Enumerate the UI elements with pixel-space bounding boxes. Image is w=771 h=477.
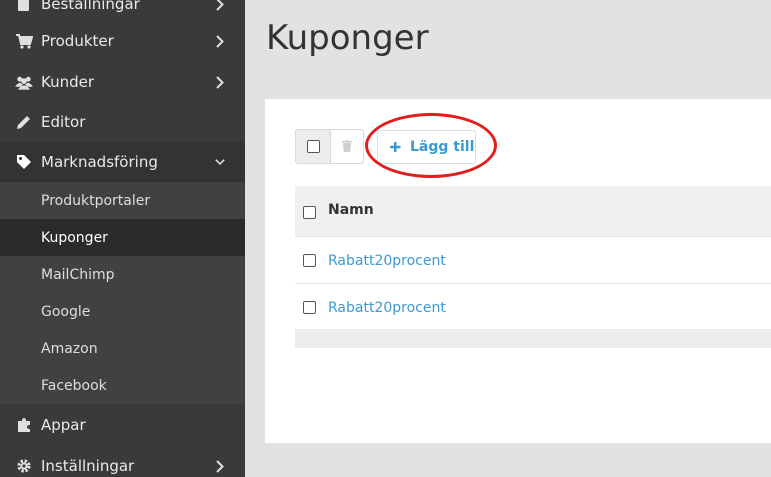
row-checkbox[interactable] — [303, 254, 316, 267]
submenu-item-amazon[interactable]: Amazon — [0, 330, 245, 367]
select-all-toggle[interactable] — [296, 130, 331, 163]
chevron-right-icon — [215, 0, 225, 11]
sidebar-item-installningar[interactable]: Inställningar — [0, 446, 245, 477]
sidebar-item-label: Marknadsföring — [41, 153, 158, 171]
sidebar-item-appar[interactable]: Appar — [0, 405, 245, 445]
select-all-checkbox[interactable] — [306, 140, 320, 153]
cart-icon — [15, 32, 33, 50]
chevron-right-icon — [215, 75, 225, 89]
submenu-item-facebook[interactable]: Facebook — [0, 367, 245, 404]
chevron-right-icon — [215, 459, 225, 473]
users-icon — [15, 73, 33, 91]
page-title: Kuponger — [266, 18, 429, 58]
table-header: Namn — [295, 186, 771, 237]
sidebar-item-editor[interactable]: Editor — [0, 102, 245, 142]
pencil-icon — [15, 113, 33, 131]
submenu-item-label: Produktportaler — [41, 192, 151, 209]
sidebar: Beställningar Produkter Kunder Editor Ma… — [0, 0, 245, 477]
coupon-name-link[interactable]: Rabatt20procent — [328, 253, 446, 269]
gear-icon — [15, 457, 33, 475]
submenu-item-mailchimp[interactable]: MailChimp — [0, 256, 245, 293]
submenu-item-label: Amazon — [41, 340, 98, 357]
column-header-namn: Namn — [328, 202, 374, 218]
sidebar-item-label: Inställningar — [41, 457, 135, 475]
sidebar-item-label: Appar — [41, 416, 86, 434]
chevron-right-icon — [215, 34, 225, 48]
tag-icon — [15, 153, 33, 171]
highlight-circle-annotation — [365, 113, 497, 178]
submenu-item-label: Google — [41, 303, 91, 320]
puzzle-icon — [15, 416, 33, 434]
trash-icon — [342, 137, 352, 156]
header-checkbox[interactable] — [303, 206, 316, 219]
chevron-down-icon — [215, 155, 225, 169]
submenu-marknadsforing: Produktportaler Kuponger MailChimp Googl… — [0, 182, 245, 404]
sidebar-item-label: Kunder — [41, 73, 95, 91]
orders-icon — [15, 0, 33, 13]
submenu-item-produktportaler[interactable]: Produktportaler — [0, 182, 245, 219]
sidebar-item-label: Beställningar — [41, 0, 140, 13]
coupon-name-link[interactable]: Rabatt20procent — [328, 300, 446, 316]
bulk-actions-group — [295, 129, 364, 164]
sidebar-item-kunder[interactable]: Kunder — [0, 62, 245, 102]
submenu-item-label: MailChimp — [41, 266, 115, 283]
sidebar-item-marknadsforing[interactable]: Marknadsföring — [0, 142, 245, 182]
sidebar-item-label: Editor — [41, 113, 86, 131]
row-checkbox[interactable] — [303, 301, 316, 314]
table-row: Rabatt20procent — [295, 285, 771, 331]
table-footer — [295, 329, 771, 348]
sidebar-item-label: Produkter — [41, 32, 114, 50]
submenu-item-google[interactable]: Google — [0, 293, 245, 330]
sidebar-item-produkter[interactable]: Produkter — [0, 21, 245, 61]
delete-button[interactable] — [331, 130, 363, 163]
submenu-item-label: Facebook — [41, 377, 107, 394]
submenu-item-label: Kuponger — [41, 229, 108, 246]
table-row: Rabatt20procent — [295, 238, 771, 284]
submenu-item-kuponger[interactable]: Kuponger — [0, 219, 245, 256]
